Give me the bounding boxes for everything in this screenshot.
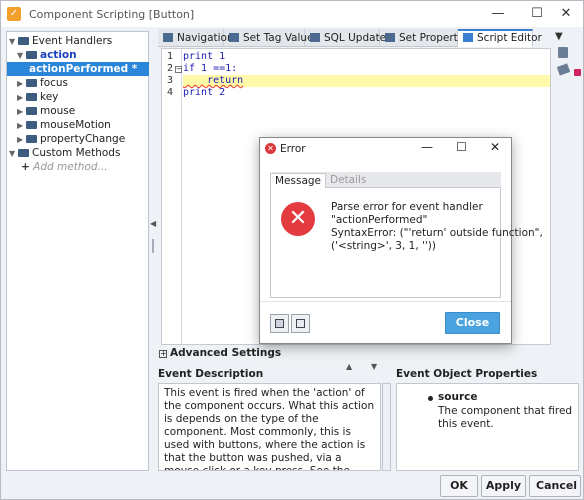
copy-message-button[interactable] bbox=[270, 314, 289, 333]
window-title: Component Scripting [Button] bbox=[29, 7, 195, 21]
tab-list-dropdown-icon[interactable]: ▼ bbox=[555, 31, 563, 42]
folder-icon bbox=[18, 149, 29, 157]
folder-icon bbox=[26, 93, 37, 101]
title-bar: ✓ Component Scripting [Button] — ☐ ✕ bbox=[1, 1, 583, 27]
close-window-button[interactable]: ✕ bbox=[549, 1, 583, 27]
tab-set-tag-value[interactable]: Set Tag Value bbox=[224, 29, 314, 47]
line-number: 1 bbox=[167, 51, 174, 62]
collapse-up-icon[interactable]: ▲ bbox=[346, 362, 352, 371]
advanced-settings-toggle[interactable]: + Advanced Settings bbox=[159, 347, 281, 359]
apply-button[interactable]: Apply bbox=[481, 475, 526, 497]
event-object-properties-heading: Event Object Properties bbox=[396, 368, 538, 380]
code-line-1[interactable]: print 1 bbox=[183, 51, 225, 63]
error-icon: ✕ bbox=[281, 202, 315, 236]
close-button[interactable]: Close bbox=[445, 312, 500, 334]
folder-icon bbox=[26, 121, 37, 129]
property-description: The component that fired this event. bbox=[438, 405, 573, 430]
tab-details[interactable]: Details bbox=[326, 173, 370, 188]
collapse-icon[interactable]: ▼ bbox=[9, 147, 18, 161]
divider bbox=[260, 301, 511, 302]
script-help-icon[interactable] bbox=[558, 47, 568, 58]
navigation-icon bbox=[163, 33, 173, 42]
expand-icon[interactable]: ▶ bbox=[17, 77, 26, 91]
property-icon bbox=[385, 33, 395, 42]
tree-item-mouse[interactable]: ▶ mouse bbox=[17, 104, 75, 118]
tree-item-action[interactable]: ▼ action bbox=[9, 48, 77, 62]
event-description-heading: Event Description bbox=[158, 368, 264, 380]
event-object-properties-list: source The component that fired this eve… bbox=[396, 383, 579, 471]
folder-icon bbox=[26, 135, 37, 143]
tree-item-event-handlers[interactable]: ▼ Event Handlers bbox=[9, 34, 112, 48]
dialog-close-x-button[interactable]: ✕ bbox=[490, 140, 500, 154]
plus-icon: + bbox=[21, 161, 30, 173]
component-scripting-window: ✓ Component Scripting [Button] — ☐ ✕ ▼ Ev… bbox=[0, 0, 584, 500]
bullet-icon bbox=[428, 396, 433, 401]
error-small-icon: ✕ bbox=[265, 143, 276, 154]
dialog-tabs: Message Details bbox=[270, 172, 501, 188]
copy-icon bbox=[275, 319, 284, 328]
expand-icon[interactable]: ▶ bbox=[17, 91, 26, 105]
event-description-text: This event is fired when the 'action' of… bbox=[158, 383, 381, 471]
minimize-button[interactable]: — bbox=[481, 1, 515, 27]
dialog-minimize-button[interactable]: — bbox=[421, 140, 433, 154]
expand-icon[interactable]: ▶ bbox=[17, 133, 26, 147]
tree-item-focus[interactable]: ▶ focus bbox=[17, 76, 68, 90]
collapse-icon[interactable]: ▼ bbox=[9, 35, 18, 49]
property-name: source bbox=[438, 391, 478, 403]
tab-sql-update[interactable]: SQL Update bbox=[305, 29, 386, 47]
collapse-left-icon[interactable]: ◀ bbox=[150, 219, 156, 228]
tree-item-key[interactable]: ▶ key bbox=[17, 90, 58, 104]
error-dialog: ✕ Error — ☐ ✕ Message Details ✕ Parse er… bbox=[259, 137, 543, 344]
expand-icon[interactable]: ▶ bbox=[17, 119, 26, 133]
folder-icon bbox=[26, 79, 37, 87]
dialog-title-bar: ✕ Error — ☐ ✕ bbox=[260, 138, 511, 160]
tree-item-mouse-motion[interactable]: ▶ mouseMotion bbox=[17, 118, 111, 132]
vertical-splitter[interactable]: ◀ bbox=[150, 31, 156, 471]
line-number: 2 bbox=[167, 63, 174, 74]
expand-icon[interactable]: ▶ bbox=[17, 105, 26, 119]
collapse-icon[interactable]: ▼ bbox=[17, 49, 26, 63]
splitter-grip[interactable] bbox=[152, 239, 154, 253]
error-message-line-4: ('<string>', 3, 1, '')) bbox=[331, 240, 436, 252]
code-line-2[interactable]: if 1 ==1: bbox=[183, 63, 237, 75]
action-tabs: Navigation Set Tag Value SQL Update Set … bbox=[158, 29, 542, 47]
cancel-button[interactable]: Cancel bbox=[529, 475, 581, 497]
error-message-line-2: "actionPerformed" bbox=[331, 214, 428, 226]
dialog-message-panel: ✕ Parse error for event handler "actionP… bbox=[270, 188, 543, 298]
save-message-button[interactable] bbox=[291, 314, 310, 333]
folder-icon bbox=[26, 51, 37, 59]
script-icon bbox=[463, 33, 473, 42]
tab-script-editor[interactable]: Script Editor bbox=[458, 29, 542, 47]
dialog-maximize-button[interactable]: ☐ bbox=[456, 140, 467, 154]
tag-icon bbox=[229, 33, 239, 42]
tree-item-property-change[interactable]: ▶ propertyChange bbox=[17, 132, 125, 146]
ok-button[interactable]: OK bbox=[440, 475, 478, 497]
app-icon: ✓ bbox=[7, 7, 21, 21]
code-line-4[interactable]: print 2 bbox=[183, 87, 225, 99]
folder-icon bbox=[18, 37, 29, 45]
save-icon bbox=[296, 319, 305, 328]
line-number: 4 bbox=[167, 87, 174, 98]
tab-navigation[interactable]: Navigation bbox=[158, 29, 234, 47]
tab-set-property[interactable]: Set Property bbox=[380, 29, 464, 47]
tree-item-add-method[interactable]: + Add method... bbox=[21, 160, 108, 174]
line-number-gutter: 1 2 3 4 bbox=[162, 49, 182, 344]
dialog-title: Error bbox=[280, 143, 306, 155]
code-fold-icon[interactable]: − bbox=[175, 66, 182, 73]
folder-icon bbox=[26, 107, 37, 115]
error-message-line-3: SyntaxError: ("'return' outside function… bbox=[331, 227, 543, 239]
tab-message[interactable]: Message bbox=[270, 173, 327, 188]
error-message-line-1: Parse error for event handler bbox=[331, 201, 483, 213]
description-scrollbar[interactable] bbox=[382, 383, 391, 471]
tag-browser-icon[interactable] bbox=[556, 63, 571, 76]
line-number: 3 bbox=[167, 75, 174, 86]
code-line-3[interactable]: return bbox=[183, 75, 550, 87]
tree-item-action-performed[interactable]: actionPerformed * bbox=[7, 62, 149, 76]
tree-item-custom-methods[interactable]: ▼ Custom Methods bbox=[9, 146, 120, 160]
collapse-down-icon[interactable]: ▼ bbox=[371, 362, 377, 371]
property-browser-icon[interactable] bbox=[574, 69, 581, 76]
expand-plus-icon[interactable]: + bbox=[159, 350, 167, 358]
event-handler-tree: ▼ Event Handlers ▼ action actionPerformed … bbox=[6, 31, 149, 471]
database-icon bbox=[310, 33, 320, 42]
